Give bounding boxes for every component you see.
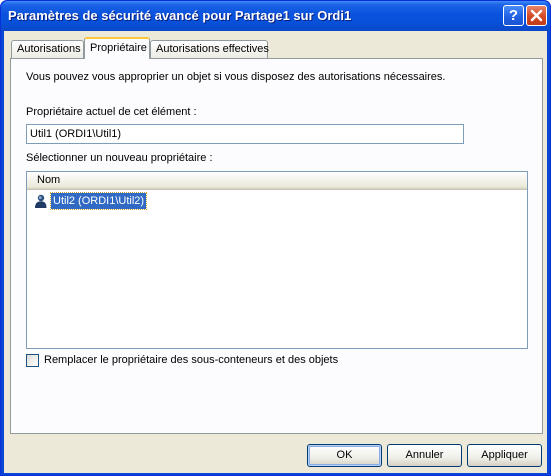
cancel-button[interactable]: Annuler — [387, 444, 462, 467]
dialog-client-area: Autorisations Propriétaire Autorisations… — [4, 31, 547, 473]
column-header-nom[interactable]: Nom — [37, 174, 60, 186]
help-button[interactable]: ? — [503, 5, 524, 26]
owner-tab-panel: Vous pouvez vous approprier un objet si … — [10, 58, 543, 434]
replace-owner-checkbox[interactable] — [26, 354, 39, 367]
new-owner-label: Sélectionner un nouveau propriétaire : — [26, 152, 213, 164]
apply-button[interactable]: Appliquer — [467, 444, 542, 467]
close-icon — [530, 9, 543, 22]
tab-autorisations[interactable]: Autorisations — [11, 40, 84, 58]
description-text: Vous pouvez vous approprier un objet si … — [26, 71, 446, 83]
new-owner-list[interactable]: Nom Util2 (ORDI1\Util2) — [26, 171, 528, 349]
ok-button[interactable]: OK — [307, 444, 382, 467]
dialog-window: Paramètres de sécurité avancé pour Parta… — [0, 0, 551, 476]
user-icon — [35, 194, 47, 208]
replace-owner-label[interactable]: Remplacer le propriétaire des sous-conte… — [44, 354, 338, 366]
tab-proprietaire[interactable]: Propriétaire — [84, 37, 150, 59]
title-bar[interactable]: Paramètres de sécurité avancé pour Parta… — [1, 1, 550, 31]
current-owner-field: Util1 (ORDI1\Util1) — [26, 124, 464, 144]
tab-autorisations-effectives[interactable]: Autorisations effectives — [150, 40, 269, 58]
close-button[interactable] — [526, 5, 547, 26]
list-column-header[interactable]: Nom — [27, 172, 527, 190]
window-title: Paramètres de sécurité avancé pour Parta… — [8, 8, 352, 23]
list-item-label: Util2 (ORDI1\Util2) — [49, 192, 148, 210]
current-owner-label: Propriétaire actuel de cet élément : — [26, 106, 197, 118]
